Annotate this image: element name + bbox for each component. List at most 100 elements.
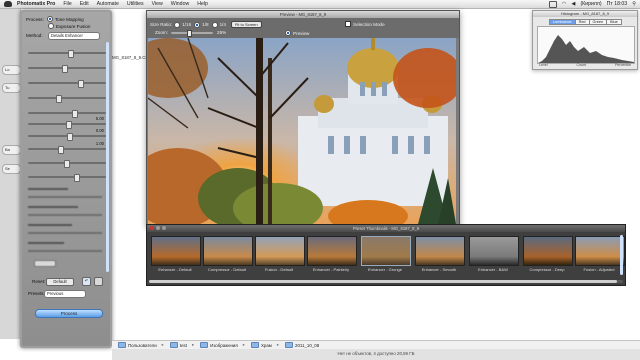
thumb-enhancer-default[interactable] [151, 236, 201, 266]
slider-2-knob[interactable] [62, 65, 68, 73]
zoom-icon[interactable] [162, 226, 166, 230]
keyboard-layout[interactable]: (Кирилл) [580, 1, 601, 7]
path-crumb-3[interactable]: Изображения [200, 342, 238, 348]
path-crumb-1[interactable]: Пользователи [118, 342, 157, 348]
menu-bar: Photomatix Pro File Edit Automate Utilit… [0, 0, 640, 9]
ratio-1-16-radio[interactable] [174, 21, 181, 28]
background-button-3[interactable]: Ba [2, 145, 21, 155]
slider-1[interactable] [28, 50, 106, 58]
histogram-axis-labels: Level Count Percentile [539, 63, 631, 67]
path-separator-icon: ▸ [191, 342, 195, 347]
thumb-compressor-default[interactable] [203, 236, 253, 266]
slider-6[interactable] [28, 121, 106, 129]
path-crumb-3-label: Изображения [210, 342, 238, 348]
path-crumb-2[interactable]: test [169, 342, 187, 348]
folder-icon [285, 342, 294, 348]
thumb-enhancer-bw[interactable] [469, 236, 519, 266]
process-label: Process: [26, 16, 44, 22]
settings-scrollbar[interactable] [106, 42, 109, 272]
background-button-1[interactable]: Lo [2, 65, 21, 75]
reset-default-button[interactable]: Default [46, 278, 74, 286]
slider-9[interactable] [28, 160, 106, 168]
path-crumb-5[interactable]: 2011_10_08 [285, 342, 319, 348]
slider-5-knob[interactable] [72, 110, 78, 118]
thumb-fusion-default[interactable] [255, 236, 305, 266]
thumb-enhancer-painterly[interactable] [307, 236, 357, 266]
slider-10[interactable] [28, 174, 106, 182]
background-button-2[interactable]: Tu [2, 83, 21, 93]
close-icon[interactable] [150, 226, 154, 230]
thumbnails-vscroll[interactable] [620, 235, 623, 275]
thumbnails-hscroll[interactable] [149, 280, 623, 283]
zoom-slider[interactable] [171, 29, 214, 37]
menu-help[interactable]: Help [197, 1, 208, 7]
thumb-fusion-adjusted[interactable] [575, 236, 625, 266]
slider-9-knob[interactable] [64, 160, 70, 168]
tab-red[interactable]: Red [574, 19, 590, 25]
path-crumb-4[interactable]: Храм [250, 342, 272, 348]
thumb-compressor-deep[interactable] [523, 236, 573, 266]
volume-icon[interactable]: ◀ [571, 1, 575, 7]
slider-4[interactable] [28, 95, 106, 103]
menu-utilities[interactable]: Utilities [127, 1, 144, 7]
slider-3-knob[interactable] [78, 80, 84, 88]
redo-icon[interactable] [94, 277, 103, 286]
fit-to-screen-button[interactable]: Fit to Screen [230, 21, 262, 28]
thumbnails-hscroll-thumb[interactable] [149, 280, 617, 283]
display-icon[interactable] [548, 0, 557, 8]
reset-label: Reset: [32, 279, 46, 284]
tab-blue[interactable]: Blue [606, 19, 622, 25]
thumb-enhancer-smooth[interactable] [415, 236, 465, 266]
menu-window[interactable]: Window [171, 1, 189, 7]
tab-green[interactable]: Green [588, 19, 608, 25]
slider-10-knob[interactable] [74, 174, 80, 182]
cathedral-photo [148, 38, 456, 224]
exposure-fusion-label: Exposure Fusion [56, 23, 91, 29]
zoom-value: 25% [217, 30, 227, 35]
wifi-icon[interactable]: ◠ [562, 1, 567, 7]
tab-luminance[interactable]: Luminance [549, 19, 576, 25]
menu-app-name[interactable]: Photomatix Pro [17, 1, 55, 7]
histogram-tabs: Luminance Red Green Blue [549, 19, 622, 25]
method-select[interactable]: Details Enhancer [48, 32, 100, 40]
exposure-fusion-radio[interactable] [48, 23, 54, 29]
apple-menu-icon[interactable] [4, 1, 12, 7]
undo-icon[interactable]: ↶ [82, 277, 91, 286]
background-button-4[interactable]: Se [2, 164, 21, 174]
slider-7-knob[interactable] [67, 133, 73, 141]
selection-mode-checkbox[interactable] [345, 21, 351, 27]
slider-7[interactable] [28, 133, 106, 141]
preview-toggle[interactable] [285, 30, 291, 36]
minimize-icon[interactable] [156, 226, 160, 230]
thumb-label-1: Enhancer - Default [158, 267, 192, 272]
slider-5[interactable] [28, 110, 106, 118]
path-separator-icon: ▸ [161, 342, 164, 347]
zoom-slider-knob[interactable] [187, 29, 193, 37]
ratio-1-4-radio[interactable] [211, 21, 218, 28]
slider-6-knob[interactable] [66, 121, 72, 129]
slider-3[interactable] [28, 80, 106, 88]
path-separator-icon: ▸ [276, 342, 280, 347]
menu-file[interactable]: File [63, 1, 71, 7]
method-label: Method: [26, 33, 43, 38]
slider-4-knob[interactable] [56, 95, 62, 103]
slider-8[interactable] [28, 146, 106, 154]
spotlight-icon[interactable]: ⚲ [632, 1, 636, 7]
histogram-window: Histogram - MG_8187_8_9 Luminance Red Gr… [532, 10, 638, 70]
process-button[interactable]: Process [35, 309, 103, 318]
tone-mapping-radio[interactable] [46, 16, 53, 22]
menu-edit[interactable]: Edit [80, 1, 89, 7]
thumb-label-6: Enhancer - Smooth [421, 267, 457, 272]
slider-1-knob[interactable] [68, 50, 74, 58]
menu-clock[interactable]: Пт 18:03 [607, 1, 628, 7]
ratio-1-8-radio[interactable] [194, 21, 201, 28]
menu-automate[interactable]: Automate [97, 1, 119, 7]
preview-image[interactable] [148, 38, 456, 224]
histogram-count-label: Count [576, 63, 587, 67]
histogram-graph [537, 26, 635, 64]
menu-view[interactable]: View [152, 1, 163, 7]
slider-8-knob[interactable] [58, 146, 64, 154]
thumb-enhancer-grunge[interactable] [361, 236, 411, 266]
slider-2[interactable] [28, 65, 106, 73]
presets-select[interactable]: Previous [44, 290, 86, 298]
